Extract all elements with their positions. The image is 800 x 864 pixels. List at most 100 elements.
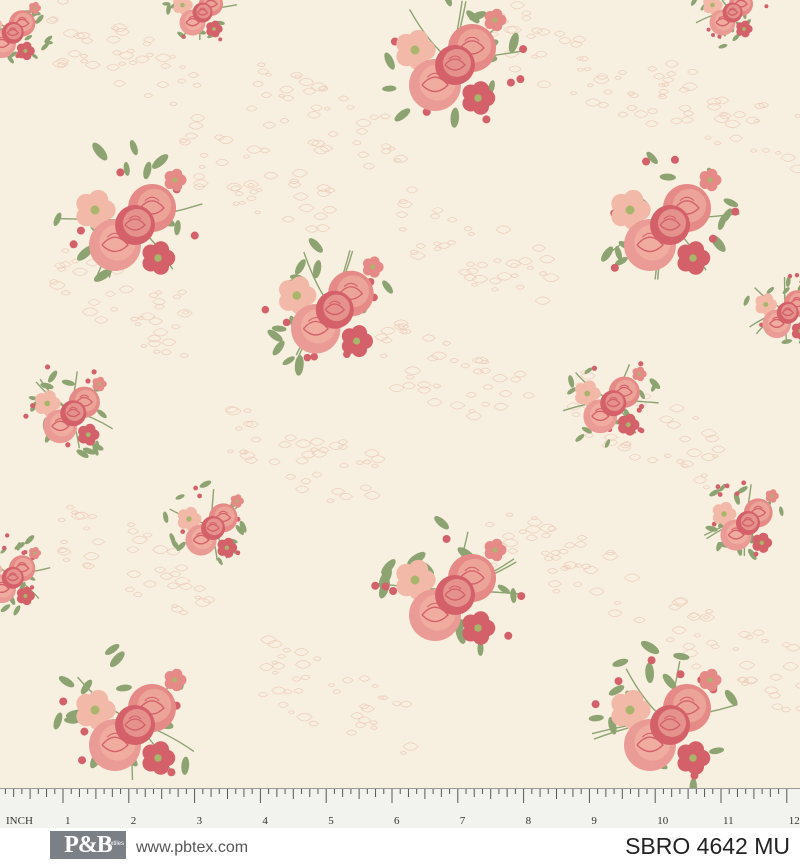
rose-bud <box>167 768 176 777</box>
leaf <box>152 154 169 169</box>
rose-bud <box>282 318 291 327</box>
rose <box>60 400 87 427</box>
rose-bud <box>44 364 51 370</box>
rose-bud <box>69 240 78 249</box>
ruler-number: 11 <box>723 815 734 827</box>
rose-bouquet <box>588 640 738 788</box>
rose-bud <box>591 365 598 371</box>
rose-bouquet <box>53 643 195 780</box>
rose-bud <box>91 369 97 375</box>
leaf <box>53 712 63 730</box>
blossom <box>765 489 779 503</box>
rose-bud <box>310 352 319 361</box>
rose <box>736 511 760 535</box>
blossom <box>791 322 800 340</box>
blossom <box>699 668 722 692</box>
measurement-ruler: 1 2 3 4 5 6 7 8 9 10 11 12 INCH <box>0 788 800 828</box>
leaf <box>450 107 460 128</box>
rose-bud <box>676 670 685 679</box>
leaf <box>116 684 132 692</box>
rose <box>435 575 475 615</box>
leaf <box>308 238 323 253</box>
rose-spray <box>743 272 800 344</box>
rose-bud <box>753 551 759 557</box>
blossom <box>484 8 507 32</box>
leaf <box>601 246 614 262</box>
rose-bud <box>381 582 390 591</box>
rose-bouquet <box>53 139 203 282</box>
rose-spray <box>0 533 51 616</box>
rose-bud <box>724 483 730 489</box>
rose-bud <box>85 378 91 384</box>
leaf <box>779 506 784 516</box>
rose-bud <box>23 413 29 419</box>
rose-bud <box>764 4 769 9</box>
rose-bud <box>1 545 7 551</box>
leaf <box>568 375 575 388</box>
rose-spray <box>562 361 661 448</box>
rose-bouquet <box>371 516 526 656</box>
leaf <box>588 714 604 722</box>
rose-bud <box>303 353 312 362</box>
ruler-number: 7 <box>460 815 466 827</box>
floral-pattern <box>0 0 800 788</box>
leaf <box>575 434 585 442</box>
rose-bud <box>517 592 526 601</box>
rose-bud <box>670 155 679 164</box>
rose-bud <box>190 231 199 240</box>
leaf <box>443 0 453 7</box>
rose <box>435 45 475 85</box>
ruler-number: 8 <box>526 815 532 827</box>
rose-bud <box>717 492 723 497</box>
rose-bud <box>181 34 186 39</box>
leaf <box>58 676 75 688</box>
leaf <box>13 605 21 616</box>
leaf <box>382 85 397 92</box>
leaf <box>797 282 800 291</box>
rose-bud <box>706 27 711 32</box>
rose-bud <box>80 727 89 736</box>
leaf <box>175 494 185 500</box>
rose <box>1 21 24 44</box>
leaf <box>434 516 449 530</box>
rose-spray <box>23 364 114 458</box>
rose-bud <box>218 37 223 42</box>
rose <box>722 2 743 23</box>
leaf <box>781 339 793 344</box>
leaf <box>48 370 58 383</box>
logo-subtext: textiles <box>105 841 124 847</box>
leaf <box>645 662 654 684</box>
blossom <box>230 494 244 508</box>
rose-bud <box>78 756 87 765</box>
blossom <box>164 168 187 192</box>
ruler-number: 3 <box>197 815 203 827</box>
rose-spray <box>0 1 54 64</box>
rose-bud <box>734 491 740 496</box>
rose-bouquet <box>261 238 393 376</box>
rose-bud <box>197 493 203 499</box>
rose-bud <box>614 677 623 686</box>
leaf <box>294 354 304 376</box>
leaf <box>690 0 698 6</box>
leaf <box>143 161 152 180</box>
rose-bud <box>731 207 740 216</box>
rose <box>600 390 627 417</box>
leaf <box>61 379 75 386</box>
rose <box>192 2 213 23</box>
rose-bud <box>636 407 642 413</box>
ruler-number: 1 <box>65 815 71 827</box>
rose-bud <box>389 587 398 596</box>
ruler-number: 2 <box>131 815 137 827</box>
rose-bud <box>442 534 451 543</box>
blossom <box>618 413 640 436</box>
rose-bud <box>639 428 645 434</box>
rose-bud <box>371 581 380 590</box>
rose-bud <box>76 226 85 235</box>
rose <box>115 705 155 745</box>
leaf <box>709 747 725 755</box>
leaf <box>723 198 739 208</box>
website-link[interactable]: www.pbtex.com <box>136 839 248 857</box>
blossom <box>142 241 176 275</box>
brand-logo: P&B textiles <box>50 831 126 859</box>
rose-bud <box>516 75 525 84</box>
